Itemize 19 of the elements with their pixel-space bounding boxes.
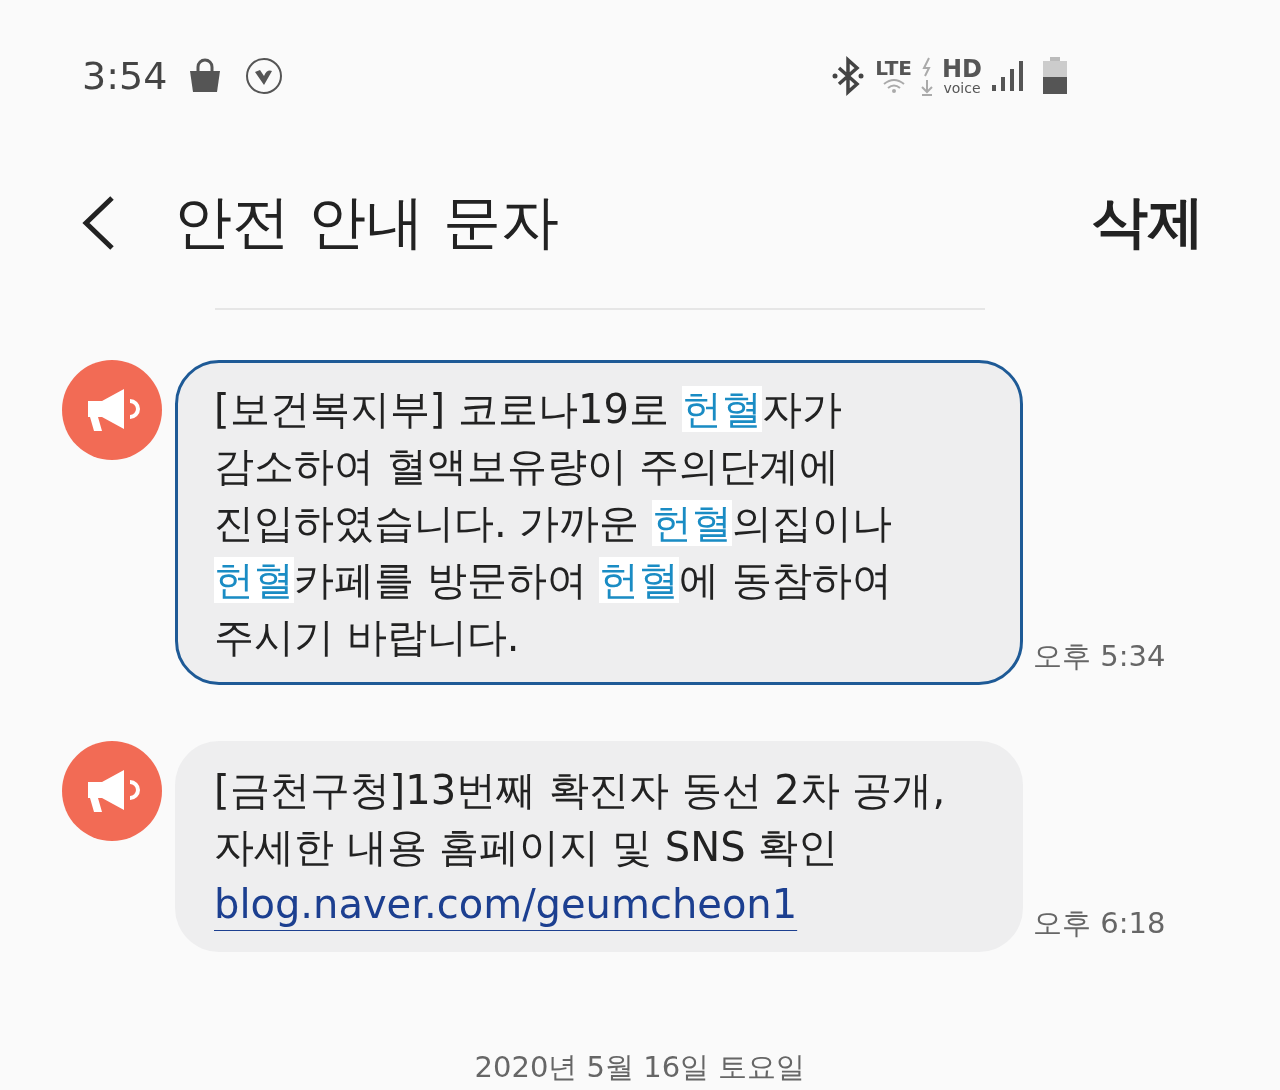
page-title: 안전 안내 문자 [174, 187, 559, 258]
date-divider: 2020년 5월 16일 토요일 [473, 1049, 807, 1086]
message-text: [보건복지부] 코로나19로 헌혈자가 감소하여 혈액보유량이 주의단계에 진입하였습니다. 가까운 헌혈의집이나 헌혈카페를 방문하여 헌혈에 동참하여 주시기 바랍니다. [214, 385, 894, 662]
signal-icon [990, 59, 1024, 93]
voice-label: voice [943, 81, 981, 95]
delete-button[interactable]: 삭제 [1092, 185, 1204, 261]
message-bubble[interactable]: [보건복지부] 코로나19로 헌혈자가 감소하여 혈액보유량이 주의단계에 진입하였습니다. 가까운 헌혈의집이나 헌혈카페를 방문하여 헌혈에 동참하여 주시기 바랍니다. [175, 360, 1023, 685]
message-link[interactable]: blog.naver.com/geumcheon1 [214, 881, 798, 927]
message-bubble[interactable]: [금천구청]13번째 확진자 동선 2차 공개, 자세한 내용 홈페이지 및 SNS 확인 blog.naver.com/geumcheon1 [175, 741, 1023, 952]
data-arrows-icon [920, 56, 934, 96]
v-circle-icon [245, 57, 284, 95]
message-time: 오후 6:18 [1033, 905, 1166, 942]
message-time: 오후 5:34 [1033, 638, 1166, 675]
status-time: 3:54 [82, 54, 168, 98]
message-text: [금천구청]13번째 확진자 동선 2차 공개, 자세한 내용 홈페이지 및 SNS 확인 blog.naver.com/geumcheon1 [214, 766, 947, 929]
network-type: LTE [875, 58, 912, 78]
battery-icon [1042, 57, 1068, 95]
wifi-icon [881, 78, 906, 94]
hd-label: HD [942, 57, 982, 81]
